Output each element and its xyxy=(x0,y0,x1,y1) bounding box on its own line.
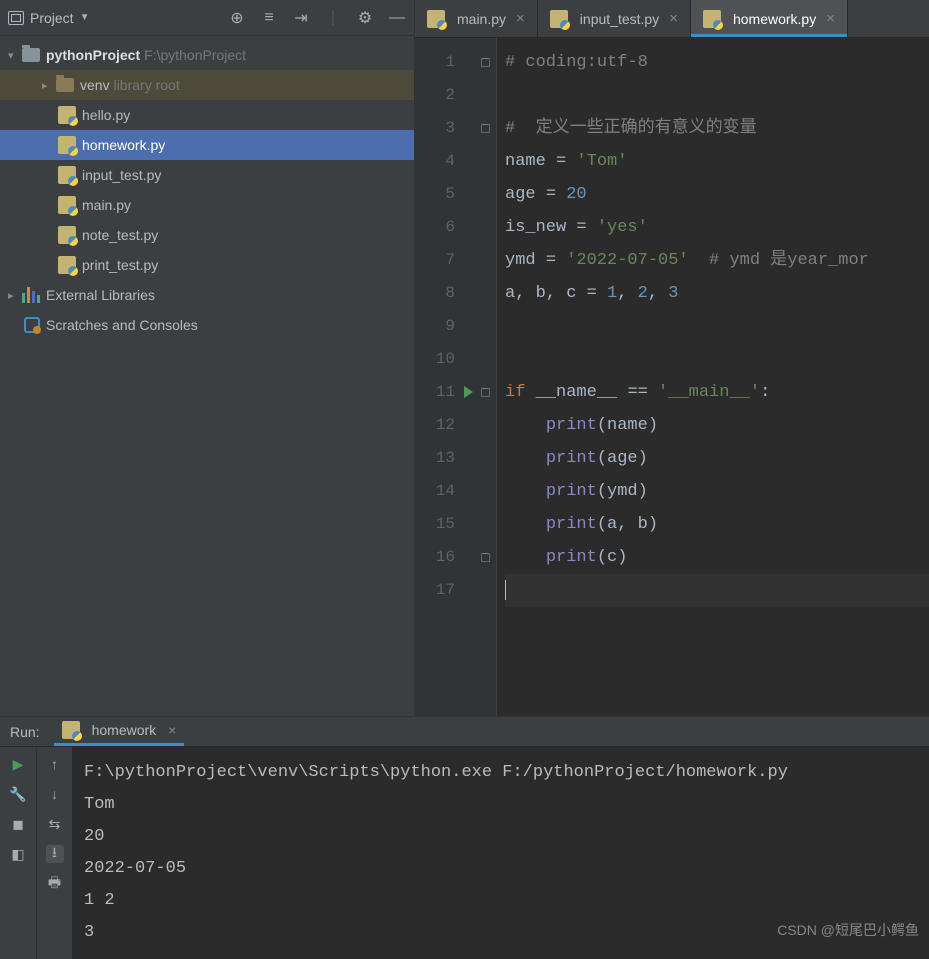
root-name: pythonProject xyxy=(46,47,140,63)
run-panel: Run: homework × ▶ 🔧 ◼ ◧ ↑ ↓ ⇆ ⭳ 🖶 F:\pyt… xyxy=(0,716,929,946)
layout-icon[interactable]: ◧ xyxy=(9,845,27,863)
venv-name: venv xyxy=(80,77,110,93)
fold-column[interactable] xyxy=(477,38,497,716)
editor-tab[interactable]: homework.py × xyxy=(691,0,848,37)
library-icon xyxy=(22,287,40,303)
tree-file[interactable]: main.py xyxy=(0,190,414,220)
run-label: Run: xyxy=(10,724,40,740)
play-icon[interactable]: ▶ xyxy=(9,755,27,773)
root-path: F:\pythonProject xyxy=(144,47,246,63)
stop-icon[interactable]: ◼ xyxy=(9,815,27,833)
python-icon xyxy=(703,10,721,28)
close-icon[interactable]: × xyxy=(516,10,525,27)
file-name: note_test.py xyxy=(82,227,158,243)
chevron-down-icon[interactable]: ▼ xyxy=(80,12,90,23)
editor-tabs: main.py × input_test.py × homework.py × xyxy=(415,0,929,38)
tab-label: homework.py xyxy=(733,11,816,27)
tree-file[interactable]: hello.py xyxy=(0,100,414,130)
folder-icon xyxy=(56,78,74,92)
scroll-icon[interactable]: ⭳ xyxy=(46,845,64,863)
tree-root[interactable]: ▾ pythonProject F:\pythonProject xyxy=(0,40,414,70)
venv-hint: library root xyxy=(114,77,180,93)
code-editor[interactable]: # coding:utf-8 # 定义一些正确的有意义的变量name = 'To… xyxy=(497,38,929,716)
run-tab-label: homework xyxy=(92,722,157,738)
close-icon[interactable]: × xyxy=(826,10,835,27)
python-icon xyxy=(58,226,76,244)
tab-label: input_test.py xyxy=(580,11,659,27)
divider: | xyxy=(324,9,342,27)
gear-icon[interactable]: ⚙ xyxy=(356,9,374,27)
run-toolbar-2: ↑ ↓ ⇆ ⭳ 🖶 xyxy=(36,747,72,959)
project-tree: ▾ pythonProject F:\pythonProject ▸ venv … xyxy=(0,36,414,716)
project-sidebar: Project ▼ ⊕ ≡ ⇥ | ⚙ — ▾ pythonProject F:… xyxy=(0,0,415,716)
external-label: External Libraries xyxy=(46,287,155,303)
arrow-right-icon: ▸ xyxy=(8,289,22,302)
python-icon xyxy=(62,721,80,739)
python-icon xyxy=(58,136,76,154)
down-icon[interactable]: ↓ xyxy=(46,785,64,803)
scratch-icon xyxy=(24,317,40,333)
tree-file[interactable]: homework.py xyxy=(0,130,414,160)
tree-scratches[interactable]: Scratches and Consoles xyxy=(0,310,414,340)
file-name: hello.py xyxy=(82,107,130,123)
run-tab[interactable]: homework × xyxy=(54,717,185,746)
sidebar-title: Project xyxy=(30,10,74,26)
wrap-icon[interactable]: ⇆ xyxy=(46,815,64,833)
python-icon xyxy=(58,196,76,214)
tab-label: main.py xyxy=(457,11,506,27)
print-icon[interactable]: 🖶 xyxy=(46,875,64,893)
file-name: homework.py xyxy=(82,137,165,153)
python-icon xyxy=(58,166,76,184)
hide-icon[interactable]: — xyxy=(388,9,406,27)
tree-external[interactable]: ▸ External Libraries xyxy=(0,280,414,310)
tree-file[interactable]: print_test.py xyxy=(0,250,414,280)
file-name: main.py xyxy=(82,197,131,213)
watermark: CSDN @短尾巴小鳄鱼 xyxy=(777,920,919,940)
close-icon[interactable]: × xyxy=(168,722,176,738)
sidebar-header: Project ▼ ⊕ ≡ ⇥ | ⚙ — xyxy=(0,0,414,36)
file-name: print_test.py xyxy=(82,257,158,273)
editor-tab[interactable]: main.py × xyxy=(415,0,538,37)
up-icon[interactable]: ↑ xyxy=(46,755,64,773)
scratches-label: Scratches and Consoles xyxy=(46,317,198,333)
arrow-down-icon: ▾ xyxy=(8,49,22,62)
editor-tab[interactable]: input_test.py × xyxy=(538,0,691,37)
tree-venv[interactable]: ▸ venv library root xyxy=(0,70,414,100)
arrow-right-icon: ▸ xyxy=(42,79,56,92)
folder-icon xyxy=(22,48,40,62)
close-icon[interactable]: × xyxy=(669,10,678,27)
line-gutter[interactable]: 1234567891011121314151617 xyxy=(415,38,477,716)
collapse-icon[interactable]: ⇥ xyxy=(292,9,310,27)
python-icon xyxy=(427,10,445,28)
wrench-icon[interactable]: 🔧 xyxy=(9,785,27,803)
tree-file[interactable]: note_test.py xyxy=(0,220,414,250)
project-icon xyxy=(8,11,24,25)
expand-icon[interactable]: ≡ xyxy=(260,9,278,27)
file-name: input_test.py xyxy=(82,167,161,183)
tree-file[interactable]: input_test.py xyxy=(0,160,414,190)
python-icon xyxy=(58,256,76,274)
run-toolbar-left: ▶ 🔧 ◼ ◧ xyxy=(0,747,36,959)
editor-area: main.py × input_test.py × homework.py × 12345… xyxy=(415,0,929,716)
python-icon xyxy=(58,106,76,124)
python-icon xyxy=(550,10,568,28)
target-icon[interactable]: ⊕ xyxy=(228,9,246,27)
run-header: Run: homework × xyxy=(0,717,929,747)
